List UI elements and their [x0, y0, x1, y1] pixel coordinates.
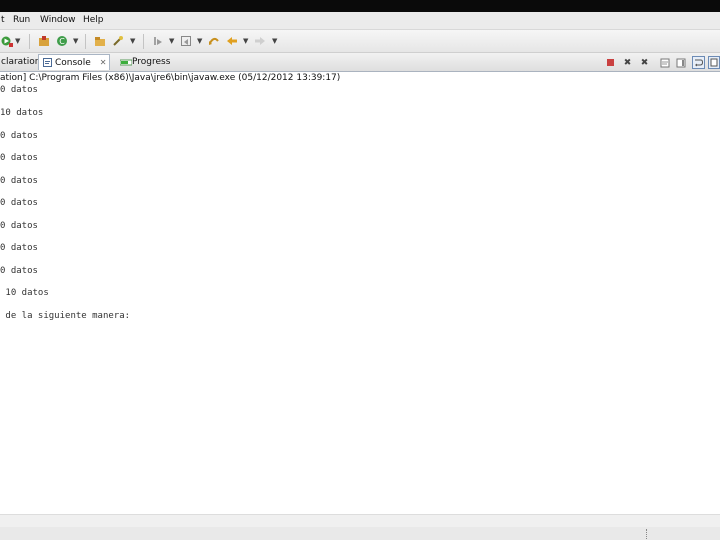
status-bar: [0, 527, 720, 540]
scroll-lock-icon[interactable]: [674, 56, 687, 69]
tab-console-label: Console: [55, 57, 91, 68]
next-annotation-icon[interactable]: [151, 34, 165, 48]
console-line: 0 datos: [0, 131, 38, 141]
tab-progress[interactable]: Progress: [116, 54, 176, 70]
status-bar-grip: [646, 529, 649, 539]
toolbar-separator: [29, 34, 30, 49]
console-line: 10 datos: [0, 108, 44, 118]
close-icon[interactable]: ✕: [100, 58, 107, 67]
console-line: 0 datos: [0, 266, 38, 276]
new-class-icon[interactable]: C: [55, 34, 69, 48]
clear-console-icon[interactable]: [658, 56, 671, 69]
console-process-header: ation] C:\Program Files (x86)\Java\jre6\…: [0, 72, 720, 85]
dropdown-icon[interactable]: ▼: [130, 37, 135, 45]
progress-icon: [119, 58, 133, 67]
console-line: 0 datos: [0, 85, 38, 95]
remove-all-terminated-icon[interactable]: ✖: [638, 56, 651, 69]
run-icon[interactable]: [0, 34, 14, 48]
back-icon[interactable]: [225, 34, 239, 48]
svg-text:C: C: [59, 37, 65, 46]
console-line: 0 datos: [0, 198, 38, 208]
dropdown-icon[interactable]: ▼: [272, 37, 277, 45]
tab-declaration[interactable]: claration: [0, 54, 41, 70]
pin-console-icon[interactable]: [708, 56, 720, 69]
main-toolbar: ▼ C ▼ ▼ ▼ ▼ ▼ ▼: [0, 30, 720, 53]
view-tab-strip: claration Console ✕ Progress ✖ ✖: [0, 53, 720, 72]
terminate-icon[interactable]: [604, 56, 617, 69]
screen-top-edge: [0, 0, 720, 12]
console-line: 0 datos: [0, 221, 38, 231]
menu-item-truncated[interactable]: t: [1, 15, 5, 25]
forward-icon[interactable]: [253, 34, 267, 48]
dropdown-icon[interactable]: ▼: [197, 37, 202, 45]
dropdown-icon[interactable]: ▼: [243, 37, 248, 45]
horizontal-scrollbar[interactable]: [0, 514, 720, 528]
last-edit-icon[interactable]: [207, 34, 221, 48]
toolbar-separator: [143, 34, 144, 49]
dropdown-icon[interactable]: ▼: [73, 37, 78, 45]
dropdown-icon[interactable]: ▼: [15, 37, 20, 45]
tab-declaration-label: claration: [1, 57, 41, 67]
remove-launch-icon[interactable]: ✖: [621, 56, 634, 69]
previous-annotation-icon[interactable]: [179, 34, 193, 48]
console-line: 0 datos: [0, 153, 38, 163]
menu-item-help[interactable]: Help: [83, 15, 104, 25]
console-line: 10 datos: [0, 288, 49, 298]
menu-item-window[interactable]: Window: [40, 15, 76, 25]
dropdown-icon[interactable]: ▼: [169, 37, 174, 45]
console-line: 0 datos: [0, 176, 38, 186]
menu-bar: t Run Window Help: [0, 12, 720, 30]
toolbar-separator: [85, 34, 86, 49]
console-line: de la siguiente manera:: [0, 311, 131, 321]
menu-item-run[interactable]: Run: [13, 15, 30, 25]
console-line: 0 datos: [0, 243, 38, 253]
tab-progress-label: Progress: [132, 57, 171, 67]
console-output[interactable]: 0 datos 10 datos 0 datos 0 datos 0 datos…: [0, 85, 720, 515]
console-icon: [43, 58, 52, 67]
console-process-label: ation] C:\Program Files (x86)\Java\jre6\…: [0, 73, 341, 83]
tab-console[interactable]: Console ✕: [38, 54, 110, 70]
new-java-project-icon[interactable]: [37, 34, 51, 48]
word-wrap-icon[interactable]: [692, 56, 705, 69]
search-icon[interactable]: [111, 34, 125, 48]
open-type-icon[interactable]: [93, 34, 107, 48]
